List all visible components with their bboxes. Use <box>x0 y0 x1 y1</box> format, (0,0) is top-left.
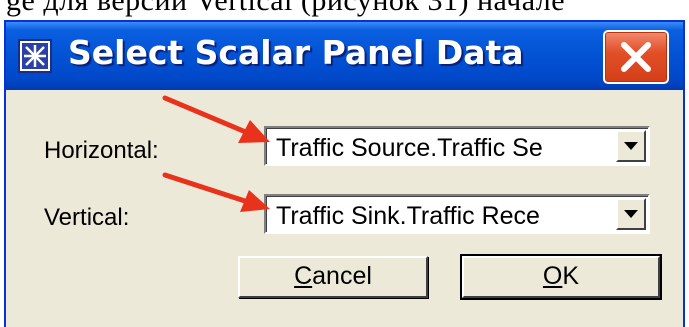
annotation-arrows <box>162 95 270 212</box>
red-arrow-icon <box>162 172 270 212</box>
red-arrow-icon <box>162 95 270 143</box>
